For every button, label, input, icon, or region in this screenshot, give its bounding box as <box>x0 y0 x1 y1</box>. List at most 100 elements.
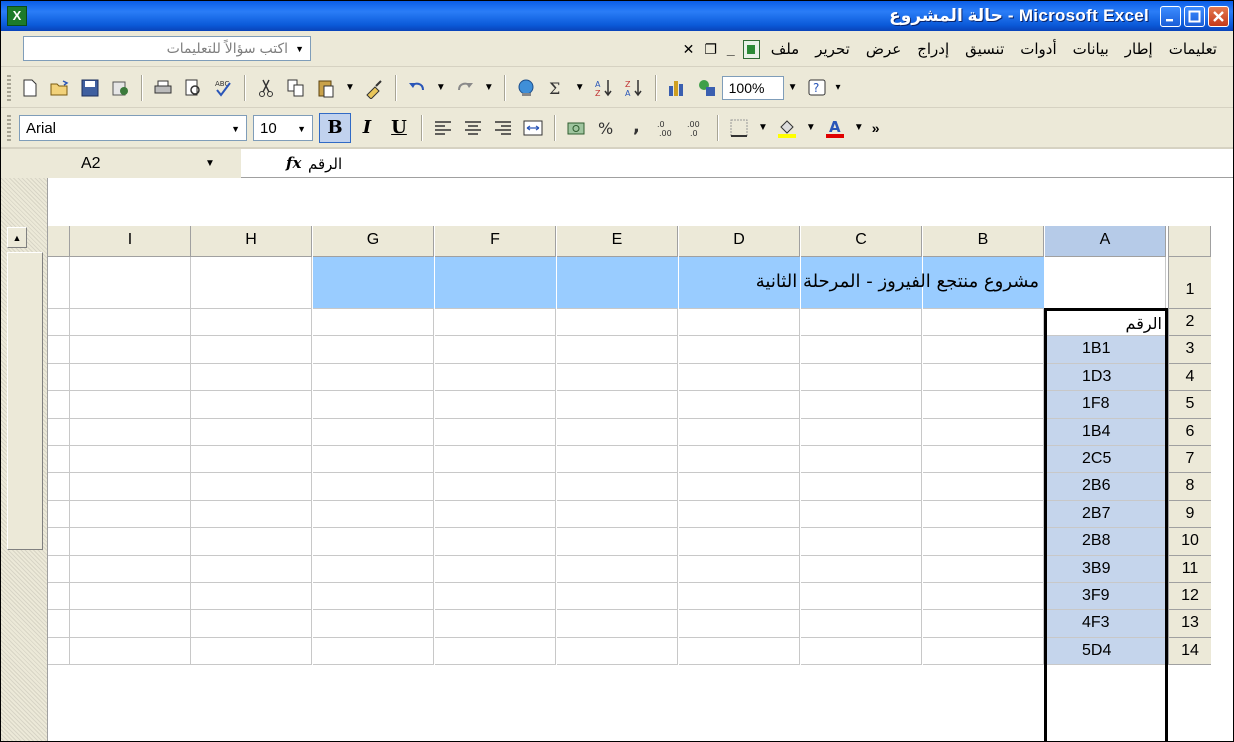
cell-c13[interactable] <box>801 610 922 638</box>
cell-e7[interactable] <box>557 446 678 474</box>
italic-button[interactable]: I <box>351 113 383 143</box>
cell-h2[interactable] <box>191 309 312 336</box>
cell-i4[interactable] <box>70 363 191 392</box>
cell-d13[interactable] <box>679 610 800 638</box>
scroll-thumb[interactable] <box>7 252 43 550</box>
cell-g8[interactable] <box>313 473 434 501</box>
column-header-i[interactable]: I <box>70 226 191 257</box>
cell-e13[interactable] <box>557 610 678 638</box>
cell-b2[interactable] <box>923 309 1044 336</box>
cell-d5[interactable] <box>679 391 800 419</box>
workbook-icon[interactable] <box>742 39 760 59</box>
cell-c6[interactable] <box>801 418 922 446</box>
row-header-11[interactable]: 11 <box>1168 555 1211 583</box>
cell-h10[interactable] <box>191 528 312 556</box>
paste-dropdown-arrow-icon[interactable]: ▼ <box>345 82 355 93</box>
row-header-3[interactable]: 3 <box>1168 336 1211 364</box>
doc-minimize-icon[interactable]: _ <box>727 41 735 57</box>
chart-wizard-button[interactable] <box>662 73 692 103</box>
cell-c3[interactable] <box>801 336 922 364</box>
cell-d6[interactable] <box>679 418 800 446</box>
column-header-f[interactable]: F <box>435 226 556 257</box>
zoom-box[interactable]: 100% <box>721 75 784 100</box>
help-button[interactable]: ? <box>802 73 832 103</box>
row-header-9[interactable]: 9 <box>1168 500 1211 529</box>
menu-insert[interactable]: إدراج <box>909 40 957 58</box>
cell-b3[interactable] <box>923 336 1044 364</box>
cell-g2[interactable] <box>313 309 434 336</box>
cut-button[interactable] <box>251 73 281 103</box>
cell-i1[interactable] <box>70 257 191 309</box>
cell-b13[interactable] <box>923 610 1044 638</box>
undo-button[interactable] <box>402 73 432 103</box>
cell-e14[interactable] <box>557 637 678 666</box>
column-header-a[interactable]: A <box>1045 226 1166 257</box>
cell[interactable] <box>48 309 70 336</box>
cell-i7[interactable] <box>70 446 191 474</box>
row-header-10[interactable]: 10 <box>1168 528 1211 556</box>
align-right-button[interactable] <box>488 113 518 143</box>
row-header-7[interactable]: 7 <box>1168 446 1211 474</box>
row-header-2[interactable]: 2 <box>1168 309 1211 336</box>
cell-i12[interactable] <box>70 583 191 611</box>
cell-a1[interactable] <box>1045 257 1166 309</box>
doc-close-icon[interactable]: ✕ <box>683 41 695 58</box>
cell[interactable] <box>48 528 70 556</box>
cell-i14[interactable] <box>70 637 191 666</box>
cell-i8[interactable] <box>70 473 191 501</box>
align-center-button[interactable] <box>458 113 488 143</box>
borders-button[interactable] <box>724 113 754 143</box>
cell-c2[interactable] <box>801 309 922 336</box>
cell-e2[interactable] <box>557 309 678 336</box>
toolbar-grip[interactable] <box>7 114 11 141</box>
size-dropdown-arrow-icon[interactable]: ▼ <box>297 124 306 134</box>
scroll-up-button[interactable]: ▲ <box>7 227 27 248</box>
column-header-b[interactable]: B <box>923 226 1044 257</box>
cell-c14[interactable] <box>801 637 922 666</box>
cell[interactable] <box>48 583 70 611</box>
permission-button[interactable] <box>105 73 135 103</box>
row-header-4[interactable]: 4 <box>1168 363 1211 392</box>
cell-e3[interactable] <box>557 336 678 364</box>
cell[interactable] <box>48 391 70 419</box>
menu-file[interactable]: ملف <box>763 40 808 58</box>
cell-i9[interactable] <box>70 500 191 529</box>
vertical-scrollbar[interactable]: ▲ <box>1 178 48 741</box>
cell-h6[interactable] <box>191 418 312 446</box>
currency-button[interactable] <box>561 113 591 143</box>
cell-h8[interactable] <box>191 473 312 501</box>
cell-h3[interactable] <box>191 336 312 364</box>
autosum-button[interactable]: Σ <box>541 73 571 103</box>
cell-d10[interactable] <box>679 528 800 556</box>
bold-button[interactable]: B <box>319 112 351 143</box>
cell-g6[interactable] <box>313 418 434 446</box>
sort-ascending-button[interactable]: AZ <box>589 73 619 103</box>
cell-e5[interactable] <box>557 391 678 419</box>
cell-d4[interactable] <box>679 363 800 392</box>
cell-d8[interactable] <box>679 473 800 501</box>
cell-b9[interactable] <box>923 500 1044 529</box>
menu-tools[interactable]: أدوات <box>1012 40 1064 58</box>
insert-function-icon[interactable]: fx <box>286 154 301 172</box>
cell-i6[interactable] <box>70 418 191 446</box>
cell-e10[interactable] <box>557 528 678 556</box>
cell-b10[interactable] <box>923 528 1044 556</box>
cell-g14[interactable] <box>313 637 434 666</box>
cell[interactable] <box>48 610 70 638</box>
zoom-dropdown-arrow-icon[interactable]: ▼ <box>788 82 798 93</box>
cell-d3[interactable] <box>679 336 800 364</box>
fill-dropdown-arrow-icon[interactable]: ▼ <box>806 122 816 133</box>
menu-help[interactable]: تعليمات <box>1161 40 1225 58</box>
cell-g13[interactable] <box>313 610 434 638</box>
cell[interactable] <box>48 446 70 474</box>
cell-c8[interactable] <box>801 473 922 501</box>
toolbar-grip[interactable] <box>7 74 11 101</box>
font-size-box[interactable]: 10 ▼ <box>253 114 313 141</box>
cell-h4[interactable] <box>191 363 312 392</box>
drawing-button[interactable] <box>692 73 722 103</box>
maximize-button[interactable] <box>1184 5 1205 27</box>
cell-b8[interactable] <box>923 473 1044 501</box>
menu-view[interactable]: عرض <box>858 40 909 58</box>
redo-dropdown-arrow-icon[interactable]: ▼ <box>484 82 494 93</box>
cell-g10[interactable] <box>313 528 434 556</box>
